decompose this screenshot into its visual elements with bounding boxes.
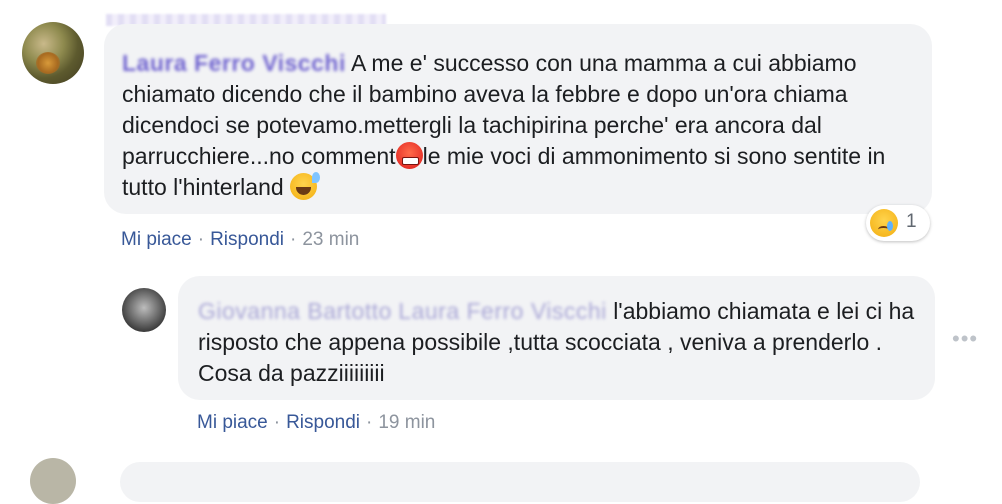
comment-actions: Mi piace · Rispondi · 23 min bbox=[121, 229, 359, 251]
like-link[interactable]: Mi piace bbox=[121, 229, 192, 250]
separator: · bbox=[273, 412, 281, 433]
timestamp[interactable]: 23 min bbox=[302, 229, 359, 250]
reaction-count: 1 bbox=[906, 211, 917, 232]
separator: · bbox=[197, 229, 205, 250]
reply-bubble: Giovanna Bartotto Laura Ferro Viscchi l'… bbox=[178, 276, 935, 400]
more-options-icon[interactable]: ••• bbox=[952, 328, 978, 350]
comment-author[interactable]: Laura Ferro Viscchi bbox=[122, 48, 346, 79]
separator: · bbox=[366, 412, 373, 433]
angry-face-icon bbox=[395, 142, 423, 169]
comment-bubble: Laura Ferro Viscchi A me e' successo con… bbox=[104, 24, 932, 214]
like-link[interactable]: Mi piace bbox=[197, 412, 268, 433]
grinning-sweat-icon bbox=[290, 172, 321, 200]
reply-author[interactable]: Giovanna Bartotto bbox=[198, 296, 392, 327]
avatar[interactable] bbox=[30, 458, 76, 504]
reply-link[interactable]: Rispondi bbox=[210, 229, 284, 250]
reply-text: Giovanna Bartotto Laura Ferro Viscchi l'… bbox=[198, 296, 928, 389]
reaction-summary[interactable]: 1 bbox=[866, 205, 930, 241]
avatar[interactable] bbox=[122, 288, 166, 332]
comment-bubble bbox=[120, 462, 920, 502]
reply-tag[interactable]: Laura Ferro Viscchi bbox=[398, 296, 607, 327]
separator: · bbox=[290, 229, 297, 250]
reply-link[interactable]: Rispondi bbox=[286, 412, 360, 433]
avatar[interactable] bbox=[22, 22, 84, 84]
crying-face-icon bbox=[870, 209, 898, 237]
timestamp[interactable]: 19 min bbox=[378, 412, 435, 433]
comment-text: Laura Ferro Viscchi A me e' successo con… bbox=[122, 48, 922, 203]
reply-actions: Mi piace · Rispondi · 19 min bbox=[197, 412, 435, 434]
